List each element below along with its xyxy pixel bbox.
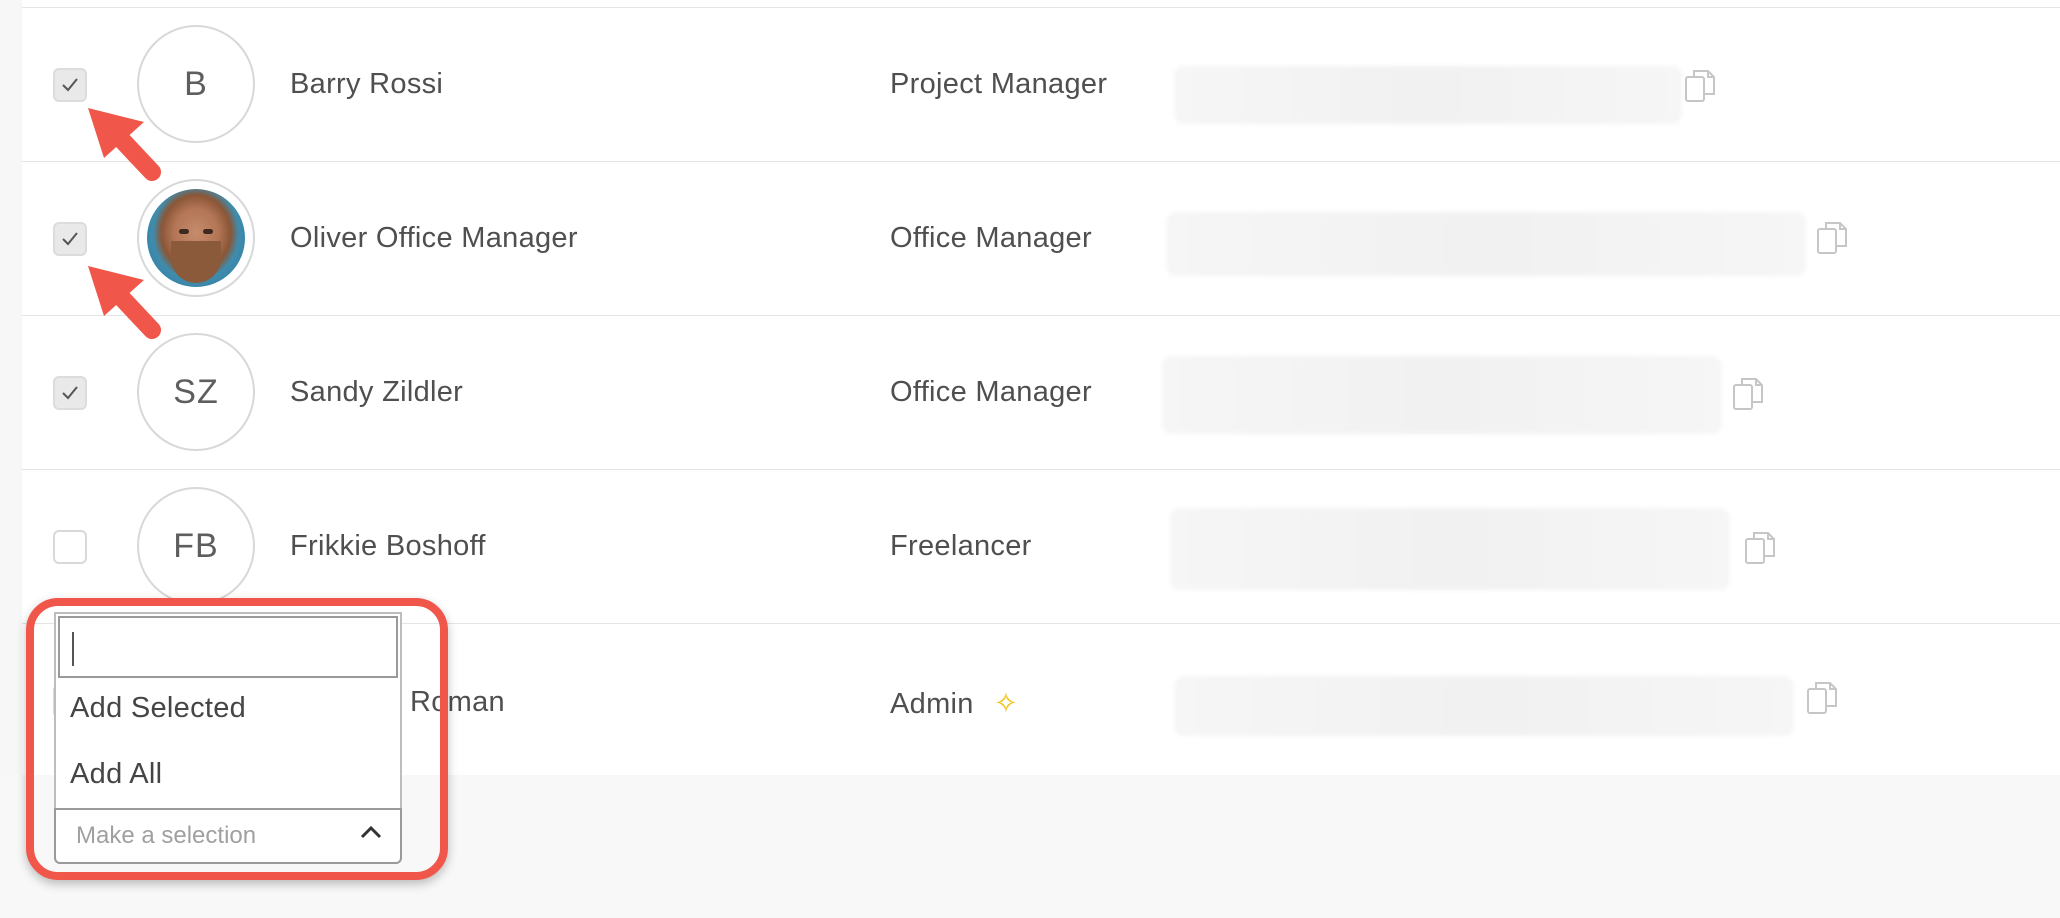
- table-row: SZ Sandy Zildler Office Manager: [22, 315, 2060, 470]
- avatar: FB: [137, 487, 255, 605]
- member-name[interactable]: Oliver Office Manager: [290, 222, 578, 255]
- member-role: Office Manager: [890, 376, 1092, 408]
- row-checkbox[interactable]: [53, 530, 87, 564]
- annotation-arrow-icon: [88, 266, 161, 339]
- check-icon: [62, 78, 78, 92]
- annotation-arrow-icon: [88, 108, 161, 181]
- member-name[interactable]: Barry Rossi: [290, 68, 443, 101]
- copy-icon[interactable]: [1806, 680, 1840, 716]
- member-role: Freelancer: [890, 530, 1032, 562]
- copy-icon[interactable]: [1744, 530, 1778, 566]
- redacted-email: [1174, 66, 1682, 124]
- copy-icon[interactable]: [1684, 68, 1718, 104]
- redacted-email: [1170, 508, 1730, 590]
- member-role: Project Manager: [890, 68, 1108, 100]
- redacted-email: [1174, 676, 1794, 736]
- member-role: Office Manager: [890, 222, 1092, 254]
- check-icon: [62, 232, 78, 246]
- row-checkbox[interactable]: [53, 68, 87, 102]
- member-name[interactable]: Frikkie Boshoff: [290, 530, 486, 563]
- copy-icon[interactable]: [1816, 220, 1850, 256]
- table-row: B Barry Rossi Project Manager: [22, 7, 2060, 162]
- annotation-highlight-box: [26, 598, 448, 880]
- sparkle-star-icon: ✧: [993, 688, 1019, 720]
- copy-icon[interactable]: [1732, 376, 1766, 412]
- member-name[interactable]: Sandy Zildler: [290, 376, 463, 409]
- avatar: SZ: [137, 333, 255, 451]
- table-row: Oliver Office Manager Office Manager: [22, 161, 2060, 316]
- row-checkbox[interactable]: [53, 376, 87, 410]
- redacted-email: [1166, 212, 1806, 276]
- member-role: Admin ✧: [890, 688, 1019, 720]
- row-checkbox[interactable]: [53, 222, 87, 256]
- check-icon: [62, 386, 78, 400]
- redacted-email: [1162, 356, 1722, 434]
